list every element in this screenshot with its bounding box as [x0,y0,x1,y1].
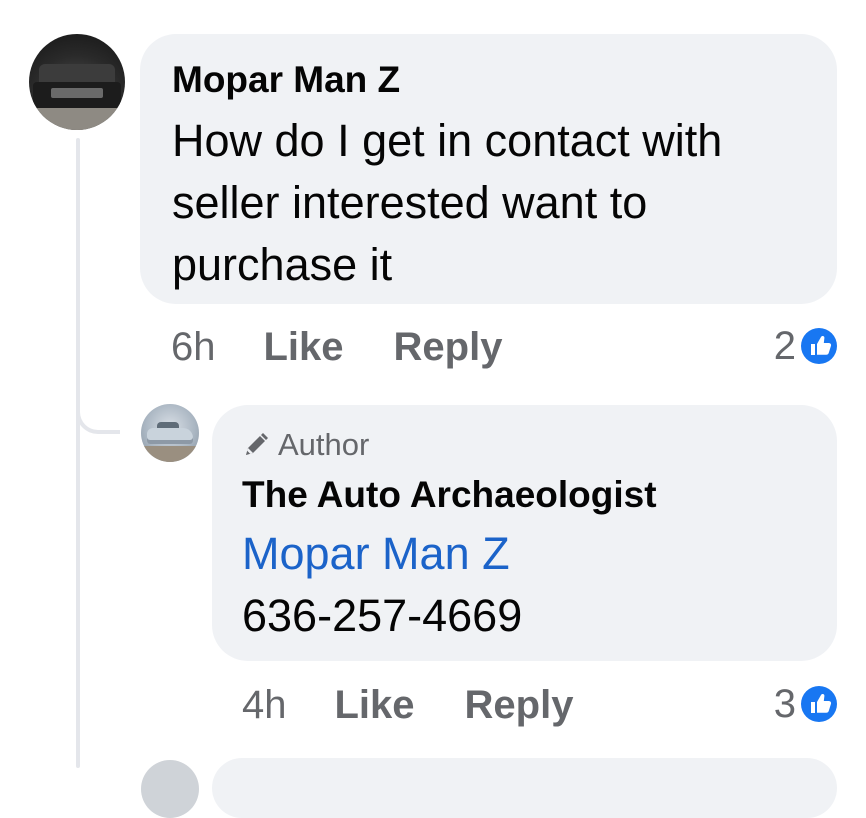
reply-author-name[interactable]: The Auto Archaeologist [242,469,807,521]
pencil-icon [246,433,268,455]
comment-reply-button[interactable]: Reply [394,325,503,370]
thumbs-up-icon [801,686,837,722]
reply-actions: 4h Like Reply [242,680,623,730]
thread-connector-line [76,138,80,768]
thumbs-up-icon [801,328,837,364]
comment-bubble: Mopar Man Z How do I get in contact with… [140,34,837,304]
reply-text: 636-257-4669 [242,590,523,641]
comment-text: How do I get in contact with seller inte… [172,115,723,290]
next-reply-avatar[interactable] [141,760,199,818]
mention-link[interactable]: Mopar Man Z [242,523,807,585]
reaction-count: 2 [773,323,796,368]
reply-timestamp[interactable]: 4h [242,683,287,728]
commenter-avatar[interactable] [29,34,125,130]
author-badge: Author [242,427,807,463]
reply-author-avatar[interactable] [141,404,199,462]
next-reply-bubble [212,758,837,818]
comment-like-button[interactable]: Like [264,325,344,370]
reply-like-button[interactable]: Like [335,683,415,728]
comment-actions: 6h Like Reply [171,322,552,372]
reaction-count: 3 [773,681,796,726]
reply-reply-button[interactable]: Reply [465,683,574,728]
comment-reactions[interactable]: 2 [774,321,838,371]
author-badge-label: Author [278,427,370,462]
comment-timestamp[interactable]: 6h [171,325,216,370]
comment-author-name[interactable]: Mopar Man Z [172,56,805,104]
reply-reactions[interactable]: 3 [774,679,838,729]
reply-bubble: Author The Auto Archaeologist Mopar Man … [212,405,837,661]
reply-connector-curve [76,390,120,434]
